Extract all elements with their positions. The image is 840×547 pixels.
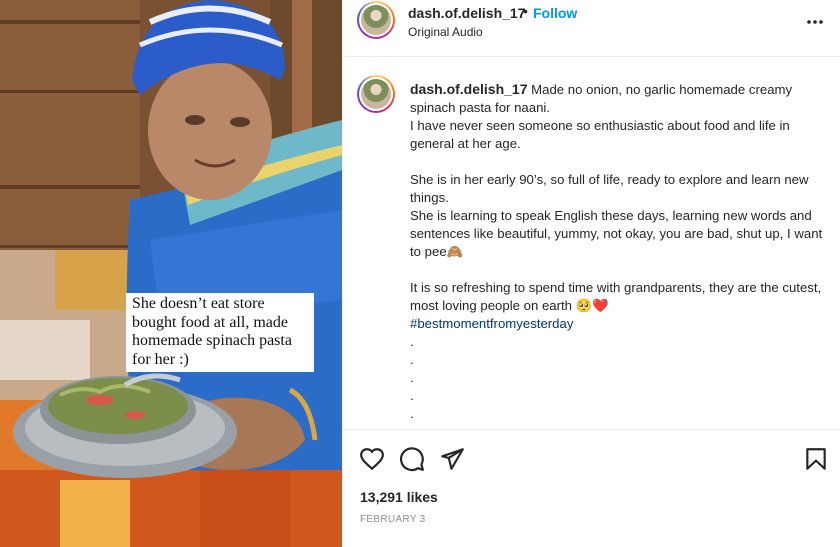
paper-plane-icon[interactable] [439, 446, 465, 472]
caption-dot: . [410, 334, 414, 349]
comment-icon[interactable] [399, 446, 425, 472]
caption-dots: . . . . . [410, 333, 830, 423]
comments-section[interactable]: dash.of.delish_17 Made no onion, no garl… [343, 58, 840, 430]
likes-count[interactable]: 13,291 likes [360, 489, 438, 505]
follow-button[interactable]: Follow [533, 5, 577, 21]
author-avatar[interactable] [357, 1, 395, 39]
bookmark-icon[interactable] [803, 446, 829, 472]
post-details-panel: dash.of.delish_17 • Follow Original Audi… [342, 0, 840, 547]
caption-dot: . [410, 370, 414, 385]
caption-line: I have never seen someone so enthusiasti… [410, 118, 790, 151]
caption-dot: . [410, 406, 414, 421]
caption-dot: . [410, 388, 414, 403]
caption-line: She is learning to speak English these d… [410, 208, 823, 259]
post-photo [0, 0, 342, 547]
separator-dot: • [523, 3, 528, 19]
heart-icon[interactable] [359, 446, 385, 472]
caption-line: It is so refreshing to spend time with g… [410, 280, 822, 313]
caption-line: She is in her early 90’s, so full of lif… [410, 172, 809, 205]
audio-label[interactable]: Original Audio [408, 25, 483, 39]
media-overlay-caption: She doesn’t eat store bought food at all… [126, 293, 314, 372]
caption-dot: . [410, 352, 414, 367]
post-caption: dash.of.delish_17 Made no onion, no garl… [410, 80, 830, 423]
more-horizontal-icon[interactable] [805, 12, 825, 32]
post-date[interactable]: FEBRUARY 3 [360, 514, 425, 525]
action-bar [343, 440, 840, 480]
hashtag-link[interactable]: #bestmomentfromyesterday [410, 315, 830, 333]
author-username[interactable]: dash.of.delish_17 [408, 5, 525, 21]
caption-author-avatar[interactable] [357, 75, 395, 113]
post-header: dash.of.delish_17 • Follow Original Audi… [343, 0, 840, 57]
caption-username[interactable]: dash.of.delish_17 [410, 81, 527, 97]
post-media[interactable]: She doesn’t eat store bought food at all… [0, 0, 342, 547]
